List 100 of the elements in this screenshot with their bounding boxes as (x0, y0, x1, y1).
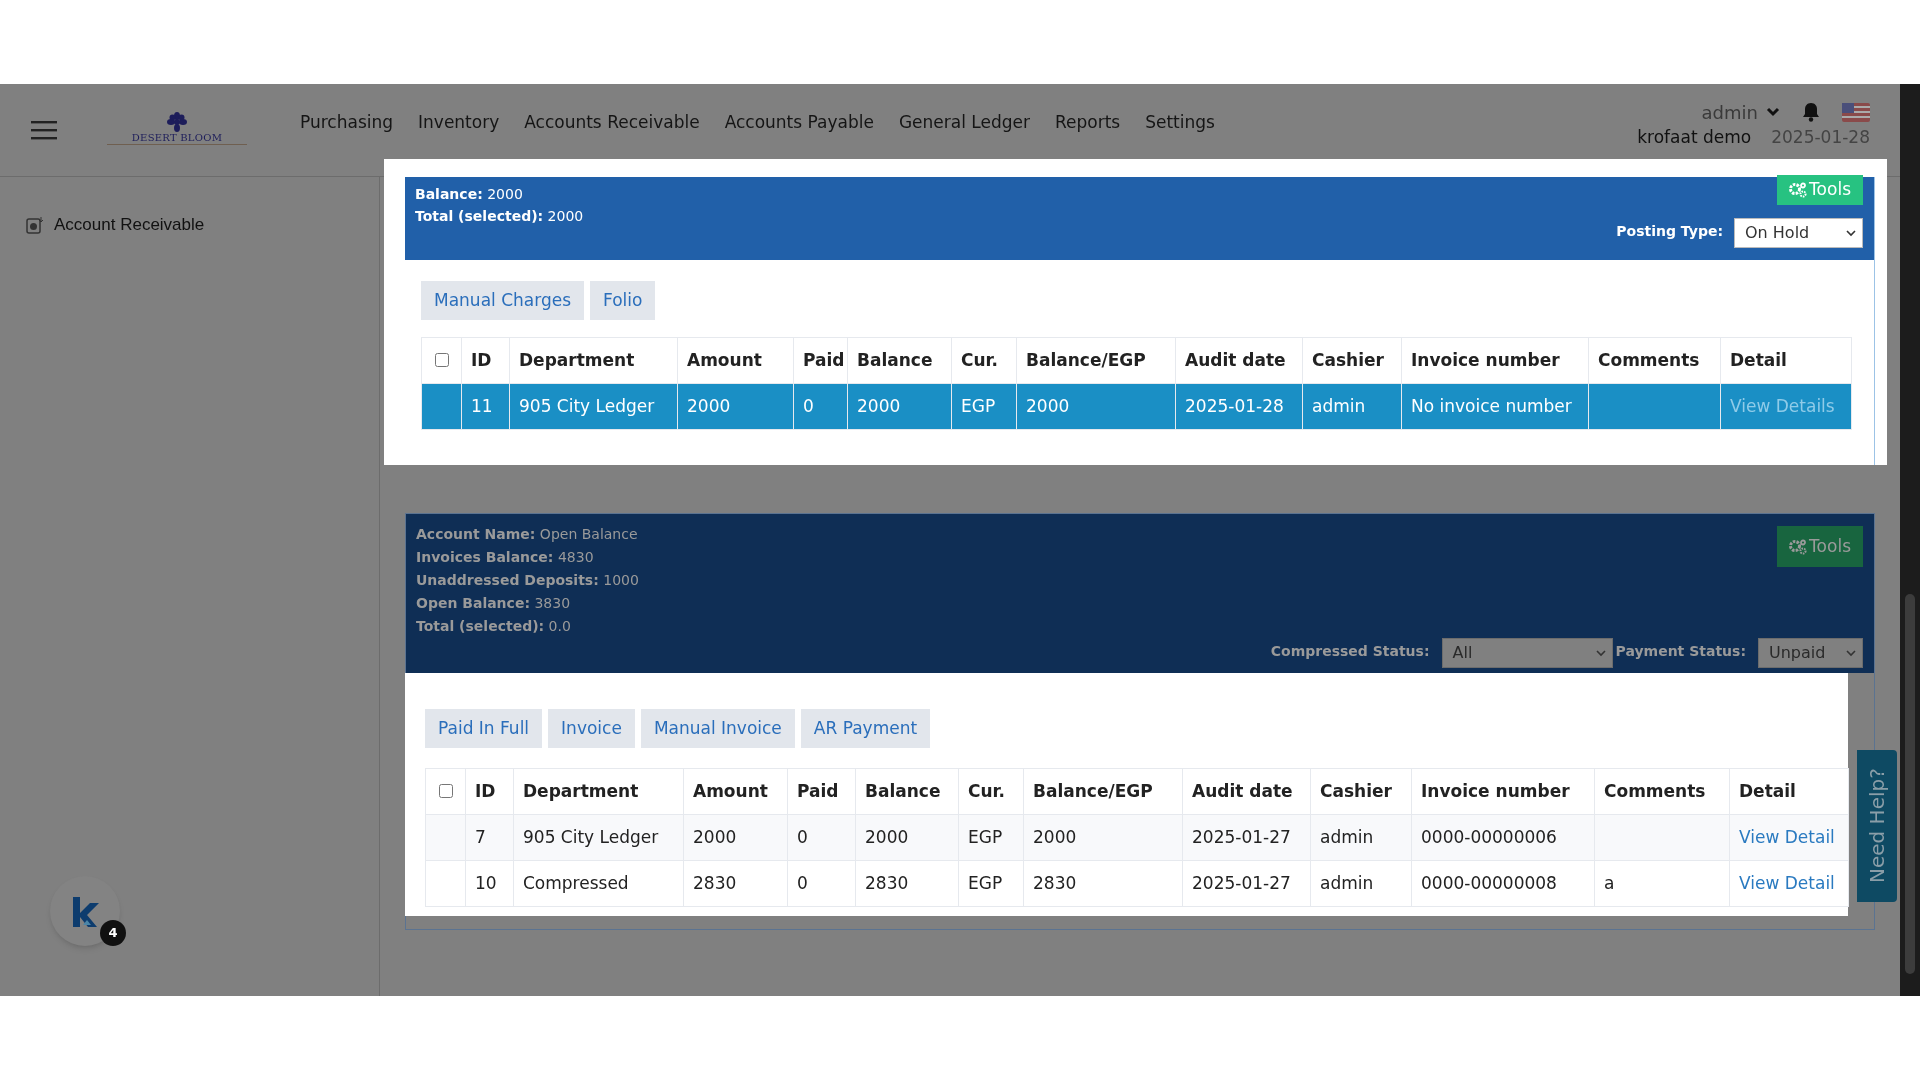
table-cell: 2000 (683, 814, 788, 861)
gears-icon (1789, 182, 1808, 198)
column-header: Cashier (1302, 337, 1402, 384)
bell-icon[interactable] (1802, 102, 1820, 122)
caret-icon (1595, 649, 1606, 657)
tab[interactable]: Folio (590, 281, 656, 320)
table-cell: EGP (951, 383, 1017, 430)
summary-line: Total (selected): 2000 (415, 208, 584, 225)
table-cell: 2000 (1023, 814, 1183, 861)
table-cell: Compressed (513, 860, 684, 907)
table-cell: 0 (787, 814, 856, 861)
filter-label: Payment Status: (1615, 642, 1746, 661)
column-header: Comments (1594, 768, 1730, 815)
column-header: Balance/EGP (1016, 337, 1176, 384)
tools-button[interactable]: Tools (1777, 526, 1863, 567)
table-cell: a (1594, 860, 1730, 907)
column-header: Detail (1720, 337, 1852, 384)
tab[interactable]: Invoice (548, 709, 635, 748)
nav-link[interactable]: General Ledger (898, 110, 1030, 136)
table-cell: 2000 (847, 383, 952, 430)
column-header: Department (509, 337, 678, 384)
date-text: 2025-01-28 (1771, 126, 1870, 148)
nav-link[interactable]: Inventory (418, 110, 500, 136)
selected-row[interactable]: 11 905 City Ledger 2000 0 2000 EGP 2000 2025-01-28 admin No invoice number View Details (421, 383, 1852, 430)
table-cell: 11 (461, 383, 510, 430)
tools-button[interactable]: Tools (1777, 175, 1863, 205)
summary-line: Invoices Balance: 4830 (416, 549, 595, 566)
notification-badge: 4 (100, 920, 126, 946)
table-cell: 0000-00000006 (1411, 814, 1595, 861)
summary-line: Account Name: Open Balance (416, 526, 639, 543)
table-cell: admin (1310, 814, 1412, 861)
tab[interactable]: Manual Charges (421, 281, 585, 320)
nav-link[interactable]: Reports (1054, 110, 1121, 136)
table-row[interactable]: 7 905 City Ledger 2000 0 2000 EGP 2000 2025-01-27 admin 0000-00000006 View Detail (425, 814, 1849, 861)
select-all-checkbox[interactable] (438, 783, 453, 798)
menu-icon[interactable] (31, 120, 57, 140)
column-header: Amount (683, 768, 788, 815)
dropdown[interactable]: All (1441, 638, 1613, 668)
column-header: Audit date (1182, 768, 1311, 815)
table-cell: 2000 (677, 383, 794, 430)
company-name: krofaat demo (1637, 126, 1752, 148)
nav-link[interactable]: Settings (1145, 110, 1215, 136)
column-header: ID (465, 768, 514, 815)
table-cell: 0 (787, 860, 856, 907)
sidebar-item[interactable]: Account Receivable (26, 212, 379, 238)
column-header: Amount (677, 337, 794, 384)
user-menu[interactable]: admin (1701, 98, 1758, 126)
nav-link[interactable]: Purchasing (300, 110, 394, 136)
column-header: Balance/EGP (1023, 768, 1183, 815)
caret-icon (1846, 649, 1856, 657)
summary-line: Balance: 2000 (415, 186, 524, 203)
table-cell: EGP (958, 814, 1024, 861)
nav-link[interactable]: Accounts Receivable (524, 110, 700, 136)
table-cell: 2830 (683, 860, 788, 907)
column-header: Paid (787, 768, 856, 815)
scrollbar[interactable] (1900, 84, 1920, 996)
gears-icon (1789, 538, 1808, 555)
chevron-icon[interactable] (1766, 107, 1780, 117)
table-cell: 10 (465, 860, 514, 907)
nav-link[interactable]: Accounts Payable (724, 110, 874, 136)
table-cell: EGP (958, 860, 1024, 907)
select-all-checkbox[interactable] (434, 352, 449, 367)
summary-line: Open Balance: 3830 (416, 595, 572, 612)
flag-icon[interactable] (1842, 102, 1870, 122)
column-header: Balance (855, 768, 959, 815)
column-header: Cur. (958, 768, 1024, 815)
table-cell: 2000 (1016, 383, 1176, 430)
table-cell: 2025-01-27 (1182, 814, 1311, 861)
column-header: Invoice number (1411, 768, 1595, 815)
summary-line: Unaddressed Deposits: 1000 (416, 572, 639, 589)
tab[interactable]: Manual Invoice (640, 709, 795, 748)
column-header: ID (461, 337, 510, 384)
column-header: Audit date (1175, 337, 1303, 384)
summary-line: Total (selected): 0.0 (416, 618, 572, 635)
column-header: Comments (1588, 337, 1721, 384)
table-row[interactable]: 10 Compressed 2830 0 2830 EGP 2830 2025-01-27 admin 0000-00000008 a View Detail (425, 860, 1849, 907)
column-header: Paid (793, 337, 848, 384)
caret-icon (1846, 229, 1856, 237)
table-cell: admin (1310, 860, 1412, 907)
tab[interactable]: AR Payment (800, 709, 931, 748)
table-cell: admin (1302, 383, 1402, 430)
table-cell: 2830 (1023, 860, 1183, 907)
help-tab[interactable]: Need Help? (1857, 750, 1897, 902)
column-header: Cur. (951, 337, 1017, 384)
column-header: Department (513, 768, 684, 815)
table-cell: 7 (465, 814, 514, 861)
table-cell: No invoice number (1401, 383, 1589, 430)
tab[interactable]: Paid In Full (425, 709, 543, 748)
dropdown[interactable]: On Hold (1734, 218, 1863, 248)
filter-label: Posting Type: (1616, 222, 1723, 241)
table-cell: 0 (793, 383, 848, 430)
dropdown[interactable]: Unpaid (1758, 638, 1863, 668)
table-cell: 2000 (855, 814, 959, 861)
filter-label: Compressed Status: (1270, 642, 1430, 661)
table-cell: 0000-00000008 (1411, 860, 1595, 907)
column-header: Detail (1729, 768, 1849, 815)
table-cell: 2025-01-27 (1182, 860, 1311, 907)
column-header: Cashier (1310, 768, 1412, 815)
column-header: Invoice number (1401, 337, 1589, 384)
brand-logo[interactable]: DESERT BLOOM (107, 112, 247, 145)
